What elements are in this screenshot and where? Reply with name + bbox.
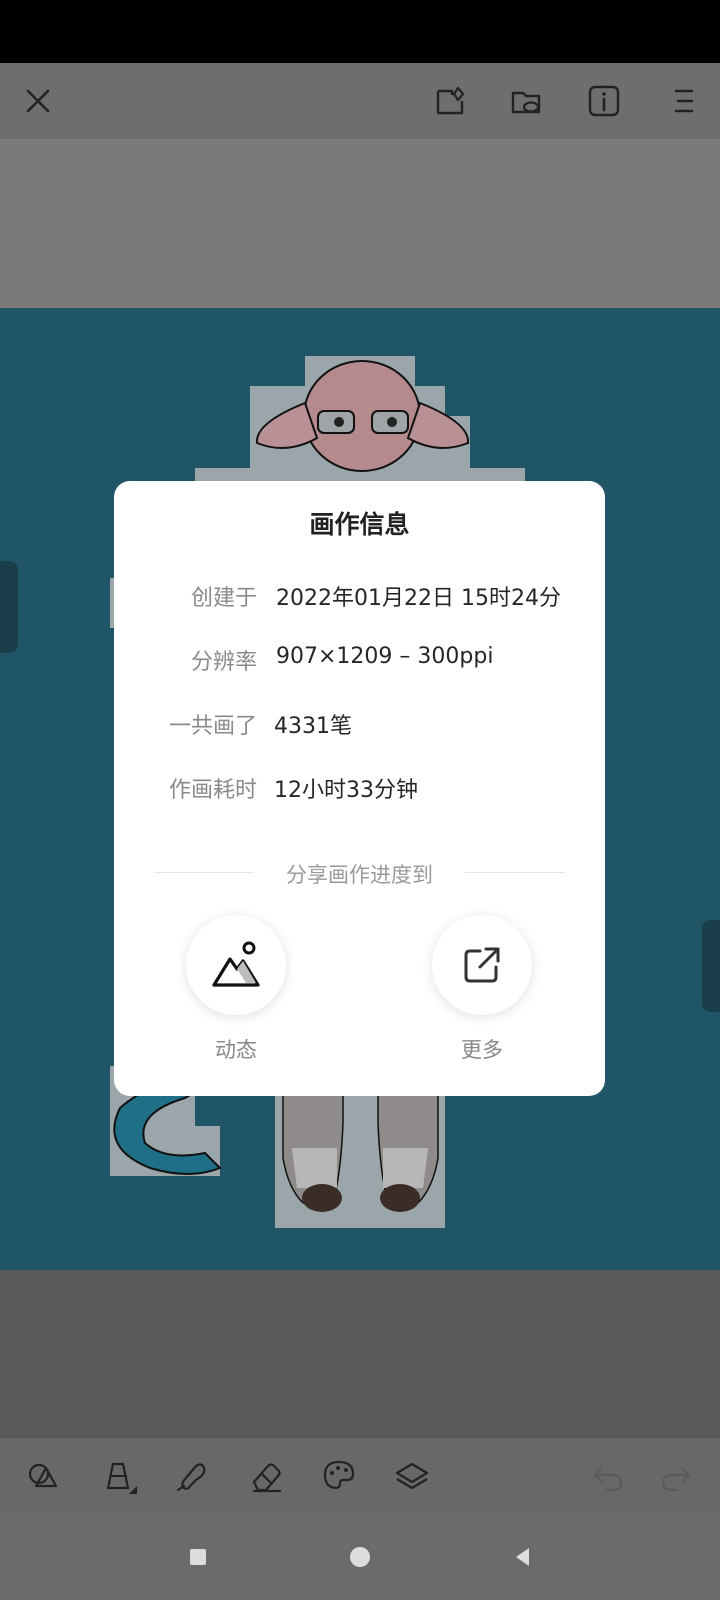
layers-tool[interactable] bbox=[388, 1452, 436, 1500]
layers-icon bbox=[395, 1462, 429, 1490]
brush-tool[interactable] bbox=[168, 1452, 216, 1500]
status-bar bbox=[0, 0, 720, 63]
info-row-strokes: 一共画了 4331笔 bbox=[114, 708, 605, 742]
back-triangle-icon bbox=[516, 1548, 529, 1566]
info-value: 907×1209 – 300ppi bbox=[276, 644, 494, 669]
info-value: 12小时33分钟 bbox=[274, 778, 418, 803]
circle-icon bbox=[350, 1547, 370, 1567]
dialog-title: 画作信息 bbox=[309, 510, 410, 539]
square-icon bbox=[190, 1549, 206, 1565]
recents-button[interactable] bbox=[175, 1534, 221, 1580]
bucket-tool[interactable] bbox=[95, 1452, 143, 1500]
info-label: 分辨率 bbox=[190, 650, 257, 675]
share-more-button[interactable] bbox=[432, 915, 532, 1015]
bottom-toolbar bbox=[0, 1438, 720, 1514]
menu-button[interactable] bbox=[658, 77, 706, 125]
redo-icon bbox=[661, 1467, 691, 1492]
bucket-icon bbox=[106, 1462, 137, 1494]
share-more-label: 更多 bbox=[461, 1038, 503, 1062]
info-row-created: 创建于 2022年01月22日 15时24分 bbox=[114, 580, 605, 614]
mountain-image-icon bbox=[212, 941, 260, 987]
palette-icon bbox=[323, 1460, 355, 1490]
undo-button[interactable] bbox=[584, 1452, 632, 1500]
redo-button[interactable] bbox=[652, 1452, 700, 1500]
top-toolbar bbox=[0, 63, 720, 139]
system-nav-bar bbox=[0, 1514, 720, 1600]
info-row-resolution: 分辨率 907×1209 – 300ppi bbox=[114, 644, 605, 678]
left-slider-handle[interactable] bbox=[0, 561, 18, 653]
gallery-button[interactable] bbox=[426, 77, 474, 125]
cloud-folder-button[interactable] bbox=[503, 77, 551, 125]
palette-tool[interactable] bbox=[315, 1452, 363, 1500]
share-moments-button[interactable] bbox=[186, 915, 286, 1015]
external-share-icon bbox=[464, 947, 500, 983]
info-value: 4331笔 bbox=[274, 714, 352, 739]
share-divider: 分享画作进度到 bbox=[154, 859, 565, 887]
info-label: 一共画了 bbox=[168, 714, 257, 739]
shapes-tool[interactable] bbox=[20, 1452, 68, 1500]
info-value: 2022年01月22日 15时24分 bbox=[276, 586, 561, 611]
home-button[interactable] bbox=[337, 1534, 383, 1580]
info-label: 创建于 bbox=[190, 586, 257, 611]
eraser-icon bbox=[252, 1463, 282, 1493]
close-icon bbox=[26, 89, 50, 113]
eraser-tool[interactable] bbox=[242, 1452, 290, 1500]
share-heading: 分享画作进度到 bbox=[286, 863, 433, 887]
share-moments-label: 动态 bbox=[215, 1038, 257, 1062]
menu-icon bbox=[674, 89, 694, 113]
workspace-bottom bbox=[0, 1270, 720, 1438]
brush-icon bbox=[176, 1463, 206, 1492]
info-label: 作画耗时 bbox=[168, 778, 257, 803]
artwork-info-dialog: 画作信息 创建于 2022年01月22日 15时24分 分辨率 907×1209… bbox=[114, 481, 605, 1096]
info-icon bbox=[588, 85, 620, 117]
shapes-icon bbox=[28, 1463, 58, 1488]
close-button[interactable] bbox=[14, 77, 62, 125]
gallery-icon bbox=[436, 86, 465, 115]
cloud-folder-icon bbox=[511, 91, 541, 114]
back-button[interactable] bbox=[500, 1534, 546, 1580]
info-button[interactable] bbox=[580, 77, 628, 125]
info-row-duration: 作画耗时 12小时33分钟 bbox=[114, 772, 605, 806]
workspace-top bbox=[0, 139, 720, 309]
undo-icon bbox=[593, 1467, 623, 1492]
right-slider-handle[interactable] bbox=[702, 920, 720, 1012]
